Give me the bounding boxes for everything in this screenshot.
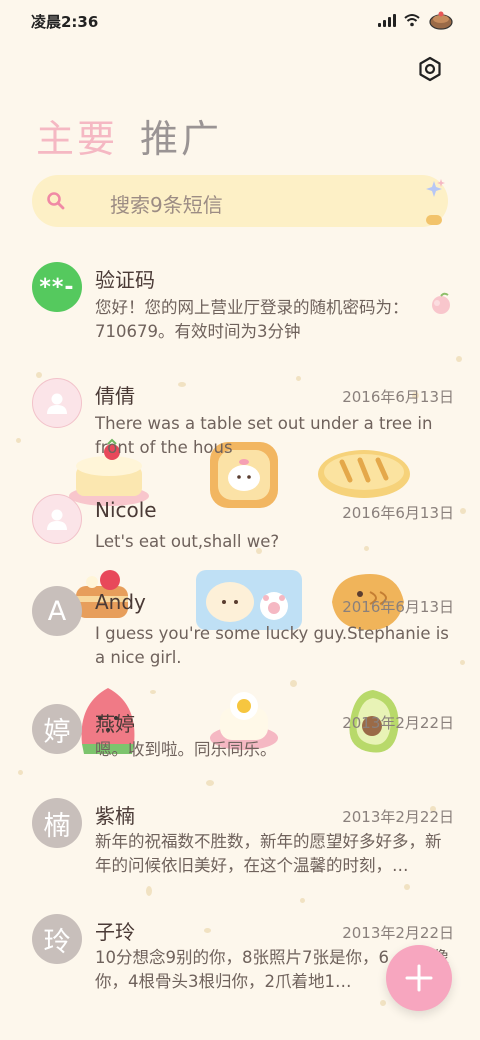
message-preview: I guess you're some lucky guy.Stephanie … (95, 624, 449, 667)
tab-primary[interactable]: 主要 (36, 108, 118, 163)
message-item[interactable]: **- 验证码 您好！您的网上营业厅登录的随机密码为：710679。有效时间为3… (0, 258, 480, 358)
message-date: 2016年6月13日 (342, 388, 454, 406)
message-sender: 紫楠 (95, 804, 135, 828)
contact-avatar (32, 494, 82, 544)
message-sender: Andy (95, 590, 146, 614)
message-sender: 倩倩 (95, 384, 135, 408)
background-speck (150, 690, 156, 694)
cake-icon (429, 11, 453, 30)
message-date: 2013年2月22日 (342, 808, 454, 826)
message-sender: Nicole (95, 498, 157, 522)
message-date: 2013年2月22日 (342, 924, 454, 942)
message-sender: 验证码 (95, 268, 155, 292)
message-preview: 嗯。收到啦。同乐同乐。 (95, 740, 277, 759)
message-date: 2016年6月13日 (342, 504, 454, 522)
status-time: 凌晨2:36 (31, 13, 99, 31)
message-item[interactable]: 婷 燕婷 2013年2月22日 嗯。收到啦。同乐同乐。 (0, 702, 480, 782)
message-item[interactable]: 倩倩 2016年6月13日 There was a table set out … (0, 374, 480, 474)
settings-button[interactable] (416, 55, 444, 83)
message-preview: There was a table set out under a tree i… (95, 414, 433, 457)
search-icon (47, 192, 65, 210)
message-preview: 新年的祝福数不胜数，新年的愿望好多好多，新年的问候依旧美好，在这个温馨的时刻，… (95, 832, 442, 875)
sparkle-decoration-icon (426, 179, 445, 225)
contact-avatar: A (32, 586, 82, 636)
status-bar: 凌晨2:36 (0, 0, 480, 44)
new-message-button[interactable] (386, 945, 452, 1011)
plus-icon (405, 964, 433, 992)
background-speck (300, 898, 305, 903)
message-item[interactable]: A Andy 2016年6月13日 I guess you're some lu… (0, 586, 480, 686)
message-item[interactable]: 楠 紫楠 2013年2月22日 新年的祝福数不胜数，新年的愿望好多好多，新年的问… (0, 796, 480, 896)
search-bar[interactable]: 搜索9条短信 (32, 175, 448, 227)
person-icon (47, 393, 67, 414)
settings-icon (419, 56, 441, 82)
message-preview: 您好！您的网上营业厅登录的随机密码为：710679。有效时间为3分钟 (95, 298, 409, 341)
message-item[interactable]: Nicole 2016年6月13日 Let's eat out,shall we… (0, 490, 480, 570)
message-date: 2016年6月13日 (342, 598, 454, 616)
wifi-icon (404, 14, 420, 27)
contact-avatar: 玲 (32, 914, 82, 964)
person-icon (47, 509, 67, 530)
tab-promotions[interactable]: 推广 (140, 108, 222, 163)
message-date: 2013年2月22日 (342, 714, 454, 732)
contact-avatar: 楠 (32, 798, 82, 848)
status-icons (378, 10, 454, 30)
message-sender: 子玲 (95, 920, 135, 944)
contact-avatar: 婷 (32, 704, 82, 754)
message-sender: 燕婷 (95, 712, 135, 736)
tab-bar: 主要 推广 (36, 108, 222, 163)
verification-code-avatar: **- (32, 262, 82, 312)
contact-avatar (32, 378, 82, 428)
search-placeholder: 搜索9条短信 (110, 193, 223, 217)
signal-icon (378, 13, 396, 27)
message-preview: Let's eat out,shall we? (95, 532, 280, 551)
